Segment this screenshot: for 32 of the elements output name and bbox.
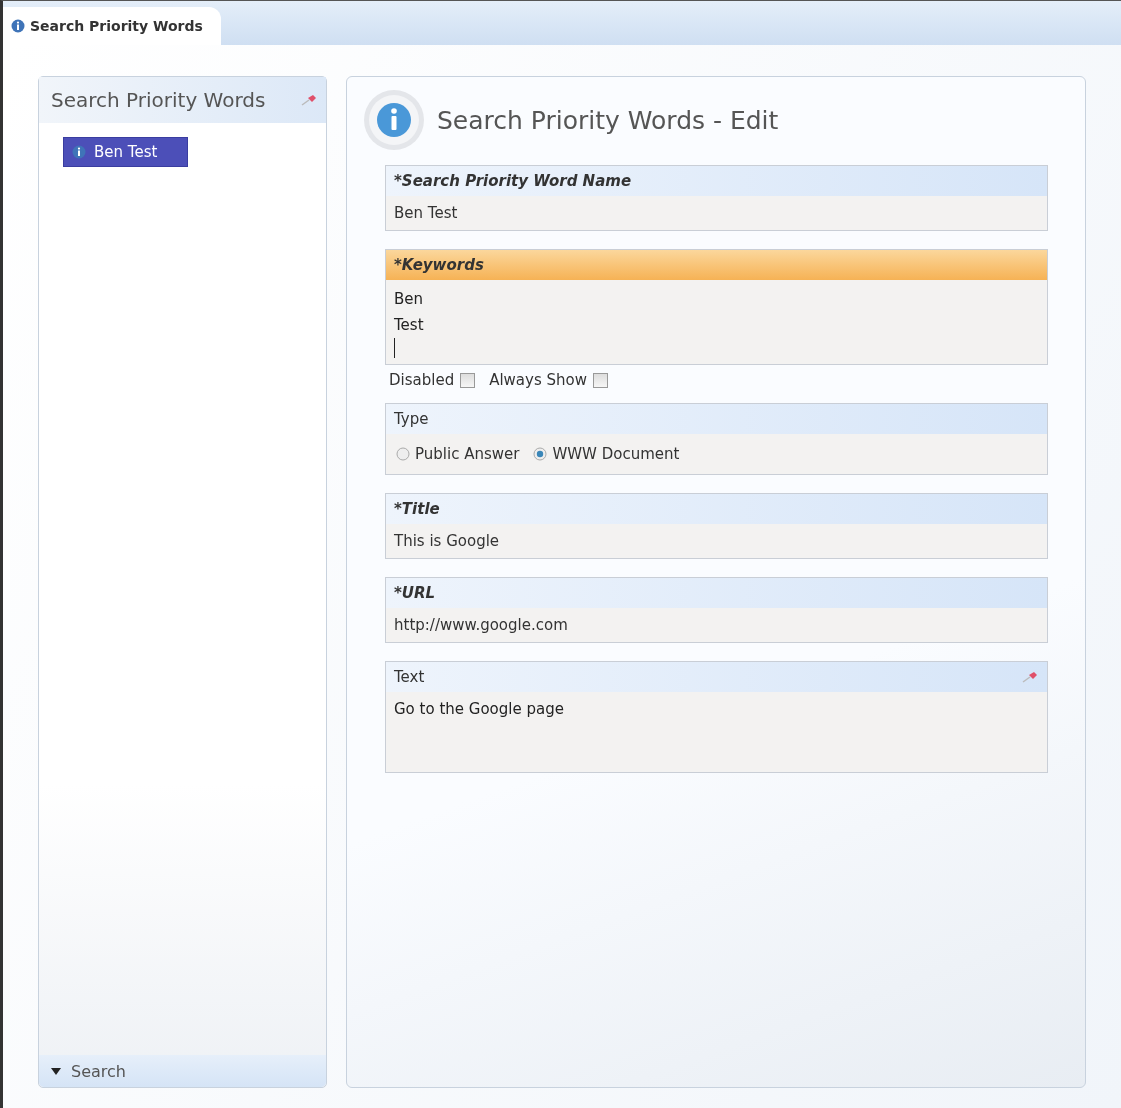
field-label: *URL xyxy=(394,584,436,602)
radio-button[interactable] xyxy=(533,447,548,461)
checkbox-label: Disabled xyxy=(389,371,455,389)
text-area[interactable]: Ben Test xyxy=(386,280,1047,364)
field-label: *Keywords xyxy=(394,256,484,274)
input-field[interactable]: http://www.google.com xyxy=(386,608,1047,642)
radio-label: WWW Document xyxy=(552,445,680,463)
radio-label: Public Answer xyxy=(415,445,520,463)
checkbox[interactable] xyxy=(593,372,608,388)
sidebar-title: Search Priority Words xyxy=(51,88,266,112)
checkbox[interactable] xyxy=(460,372,476,388)
text-area[interactable]: Go to the Google page xyxy=(386,692,1047,772)
sidebar-item[interactable]: Ben Test xyxy=(63,137,189,167)
checkbox-label: Always Show xyxy=(489,371,587,389)
form-title: Search Priority Words - Edit xyxy=(437,105,779,135)
input-field[interactable]: This is Google xyxy=(386,524,1047,558)
pin-icon xyxy=(1021,670,1039,684)
tab[interactable]: Search Priority Words xyxy=(3,7,221,45)
caret-icon xyxy=(51,1067,61,1075)
pin-icon xyxy=(300,93,318,107)
radio-button[interactable] xyxy=(396,447,410,461)
input-field[interactable]: Ben Test xyxy=(386,196,1047,230)
text-line: Ben xyxy=(394,289,425,310)
field-label: *Search Priority Word Name xyxy=(394,172,632,190)
info-icon xyxy=(72,145,86,159)
info-icon xyxy=(363,89,425,151)
info-icon xyxy=(11,19,25,33)
field-label: Text xyxy=(394,668,425,686)
field-label: *Title xyxy=(394,500,440,518)
text-line: Test xyxy=(394,315,425,336)
search-section-button[interactable]: Search xyxy=(39,1055,326,1087)
field-label: Type xyxy=(394,410,429,428)
